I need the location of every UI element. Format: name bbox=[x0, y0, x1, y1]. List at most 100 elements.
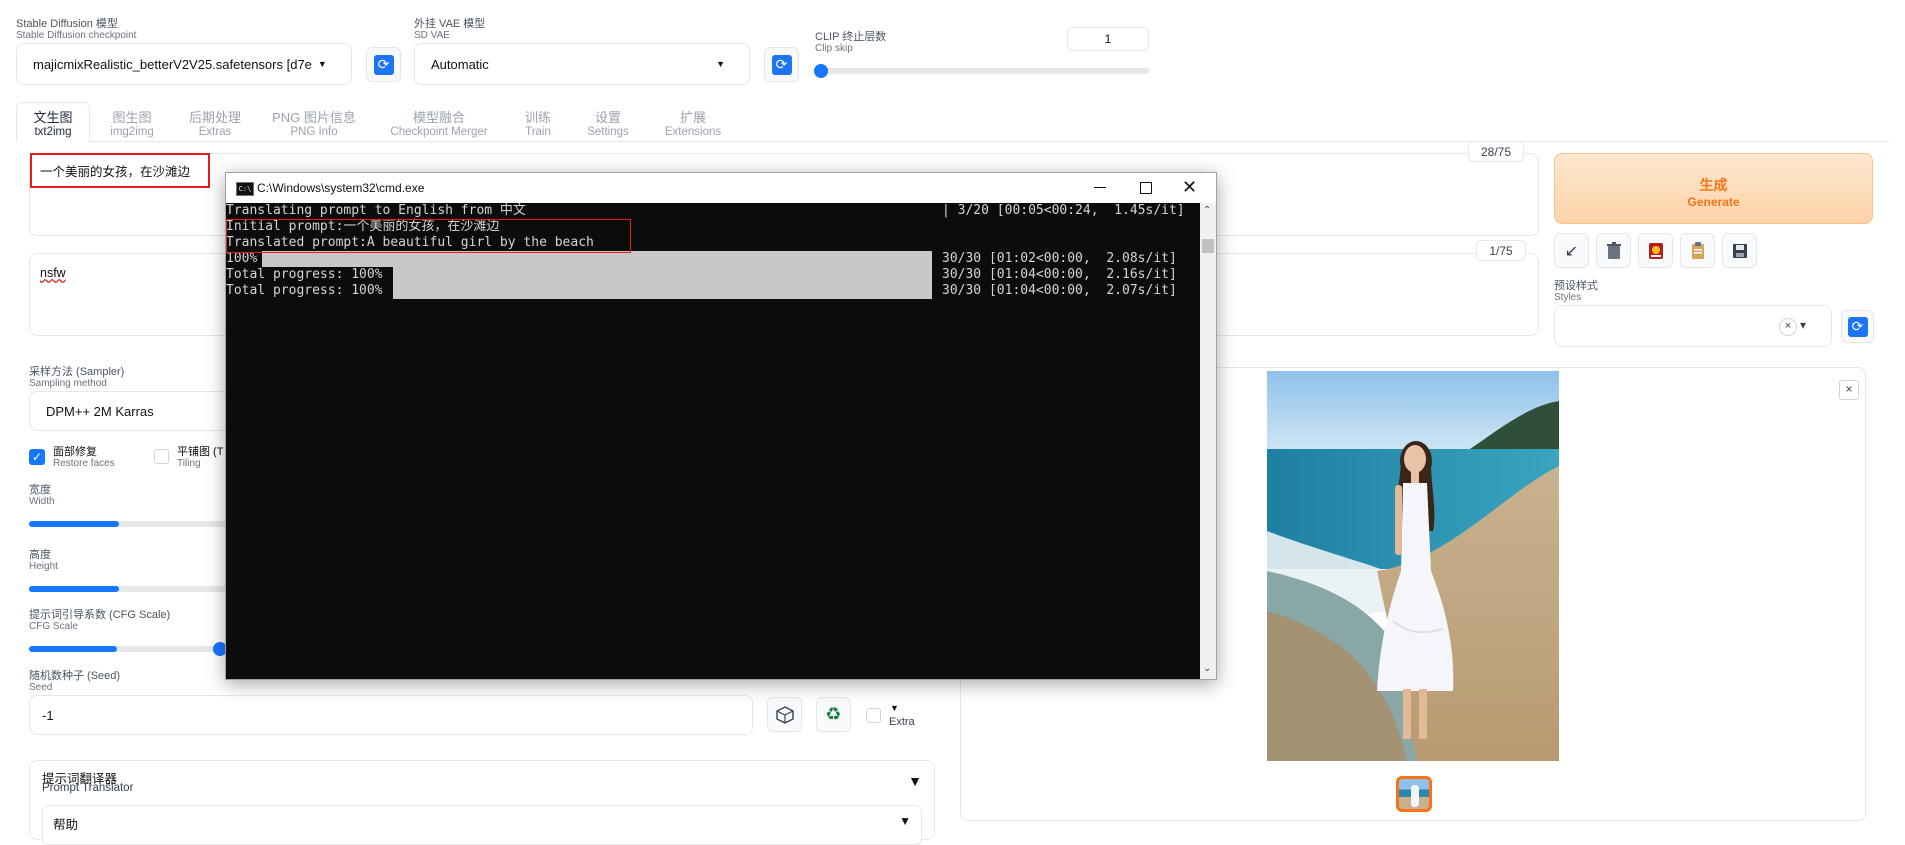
tab-checkpoint-merger[interactable]: 模型融合 Checkpoint Merger bbox=[380, 111, 498, 139]
help-label: 帮助 bbox=[53, 818, 79, 832]
checkpoint-label-en: Stable Diffusion checkpoint bbox=[16, 30, 137, 41]
refresh-styles-button[interactable]: ⟳ bbox=[1841, 310, 1874, 343]
minimize-button[interactable] bbox=[1094, 187, 1106, 188]
refresh-icon: ⟳ bbox=[771, 54, 792, 75]
cmd-window[interactable]: C:\ C:\Windows\system32\cmd.exe ✕ Transl… bbox=[225, 172, 1217, 680]
seed-input[interactable]: -1 bbox=[29, 695, 753, 735]
chevron-down-icon: ▼ bbox=[716, 59, 725, 69]
tab-checkpoint-merger-en: Checkpoint Merger bbox=[390, 126, 488, 138]
tab-extras[interactable]: 后期处理 Extras bbox=[180, 111, 250, 139]
random-seed-button[interactable] bbox=[767, 697, 802, 732]
refresh-vae-button[interactable]: ⟳ bbox=[764, 47, 799, 82]
sampler-value: DPM++ 2M Karras bbox=[46, 403, 154, 419]
scroll-up-icon[interactable]: ⌃ bbox=[1203, 205, 1211, 216]
tab-train[interactable]: 训练 Train bbox=[514, 111, 562, 139]
vae-label-cn: 外挂 VAE 模型 bbox=[414, 18, 486, 30]
generate-button[interactable]: 生成 Generate bbox=[1554, 153, 1873, 224]
tab-extras-cn: 后期处理 bbox=[188, 110, 241, 125]
clip-label-en: Clip skip bbox=[815, 43, 853, 54]
width-label-en: Width bbox=[29, 496, 55, 507]
restore-faces-label-cn: 面部修复 bbox=[53, 446, 97, 458]
vae-select[interactable]: Automatic ▼ bbox=[414, 43, 750, 85]
tiling-label-en: Tiling bbox=[177, 458, 201, 469]
beach-girl-image bbox=[1267, 371, 1559, 761]
prompt-translator-label-en: Prompt Translator bbox=[42, 782, 134, 794]
save-style-button[interactable] bbox=[1722, 233, 1757, 268]
styles-select[interactable]: × ▾ bbox=[1554, 305, 1832, 347]
reuse-seed-button[interactable]: ♻ bbox=[816, 697, 851, 732]
cfg-label-cn: 提示词引导系数 (CFG Scale) bbox=[29, 609, 171, 621]
extra-seed-checkbox[interactable] bbox=[866, 708, 881, 723]
tab-extensions-en: Extensions bbox=[664, 126, 722, 138]
close-window-button[interactable]: ✕ bbox=[1182, 176, 1197, 198]
seed-value: -1 bbox=[42, 707, 54, 723]
restore-faces-checkbox[interactable]: ✓ bbox=[29, 449, 45, 465]
help-arrow-icon: ▼ bbox=[899, 814, 911, 828]
tab-settings[interactable]: 设置 Settings bbox=[578, 111, 638, 139]
thumbnail[interactable] bbox=[1396, 776, 1432, 812]
refresh-checkpoint-button[interactable]: ⟳ bbox=[366, 47, 401, 82]
tiling-checkbox[interactable] bbox=[154, 449, 169, 464]
cmd-right-5: 30/30 [01:04<00:00, 2.16s/it] bbox=[942, 267, 1177, 282]
checkpoint-label-cn: Stable Diffusion 模型 bbox=[16, 18, 118, 30]
cmd-progress-bar-3 bbox=[393, 283, 932, 299]
height-label-en: Height bbox=[29, 561, 58, 572]
cmd-scroll-thumb[interactable] bbox=[1202, 239, 1214, 253]
clip-label-cn: CLIP 终止层数 bbox=[815, 31, 887, 43]
checkpoint-select[interactable]: majicmixRealistic_betterV2V25.safetensor… bbox=[16, 43, 352, 85]
extra-networks-button[interactable] bbox=[1638, 233, 1673, 268]
scroll-down-icon[interactable]: ⌄ bbox=[1203, 663, 1211, 674]
clip-skip-input[interactable]: 1 bbox=[1067, 27, 1149, 51]
tab-extras-en: Extras bbox=[198, 126, 232, 138]
width-slider[interactable] bbox=[29, 521, 229, 527]
card-icon bbox=[1648, 242, 1663, 259]
help-accordion[interactable]: 帮助 ▼ bbox=[42, 805, 922, 845]
cmd-scrollbar[interactable]: ⌃ ⌄ bbox=[1200, 203, 1216, 679]
styles-label-cn: 预设样式 bbox=[1554, 280, 1598, 292]
clear-prompt-button[interactable] bbox=[1596, 233, 1631, 268]
apply-style-button[interactable] bbox=[1680, 233, 1715, 268]
tab-train-en: Train bbox=[525, 126, 551, 138]
positive-token-counter: 28/75 bbox=[1468, 141, 1524, 162]
sampler-label-en: Sampling method bbox=[29, 378, 107, 389]
cmd-line-4: 100% bbox=[226, 251, 258, 266]
cmd-titlebar[interactable]: C:\ C:\Windows\system32\cmd.exe ✕ bbox=[226, 173, 1216, 203]
cmd-right-6: 30/30 [01:04<00:00, 2.07s/it] bbox=[942, 283, 1177, 298]
prompt-translator-accordion[interactable]: 提示词翻译器 Prompt Translator ▼ 帮助 ▼ bbox=[29, 760, 935, 845]
refresh-icon: ⟳ bbox=[373, 54, 394, 75]
maximize-button[interactable] bbox=[1140, 182, 1152, 194]
clip-skip-slider-knob[interactable] bbox=[814, 64, 828, 78]
cmd-highlight-box bbox=[226, 219, 631, 253]
read-params-button[interactable]: ↙ bbox=[1554, 233, 1589, 268]
extra-seed-arrow[interactable]: ▼ bbox=[890, 703, 899, 713]
tab-png-info-en: PNG Info bbox=[290, 126, 338, 138]
extra-seed-label: Extra bbox=[889, 716, 915, 728]
close-output-button[interactable]: × bbox=[1839, 380, 1859, 400]
tab-extensions[interactable]: 扩展 Extensions bbox=[656, 111, 730, 139]
height-slider-fill bbox=[29, 586, 119, 592]
checkpoint-value: majicmixRealistic_betterV2V25.safetensor… bbox=[33, 56, 312, 72]
cfg-slider-fill bbox=[29, 646, 117, 652]
generated-image[interactable] bbox=[1267, 371, 1559, 761]
cmd-line-1: Translating prompt to English from 中文 bbox=[226, 203, 526, 218]
arrow-icon: ↙ bbox=[1564, 242, 1579, 260]
chevron-down-icon: ▾ bbox=[1800, 318, 1807, 332]
height-slider[interactable] bbox=[29, 586, 229, 592]
tab-img2img[interactable]: 图生图 img2img bbox=[98, 111, 166, 139]
width-label-cn: 宽度 bbox=[29, 484, 51, 496]
negative-token-counter: 1/75 bbox=[1476, 240, 1526, 261]
generate-label-cn: 生成 bbox=[1699, 177, 1728, 193]
cmd-app-icon: C:\ bbox=[236, 182, 254, 196]
cmd-title: C:\Windows\system32\cmd.exe bbox=[257, 181, 425, 195]
cfg-slider[interactable] bbox=[29, 646, 229, 652]
tab-txt2img[interactable]: 文生图 txt2img bbox=[16, 102, 90, 142]
clear-styles-icon[interactable]: × bbox=[1779, 318, 1797, 336]
collapse-arrow-icon[interactable]: ▼ bbox=[908, 773, 922, 789]
positive-prompt-highlight: 一个美丽的女孩，在沙滩边 bbox=[30, 153, 210, 188]
sampler-select[interactable]: DPM++ 2M Karras bbox=[29, 391, 229, 431]
tiling-label-cn: 平铺图 (T bbox=[177, 446, 224, 458]
clip-skip-slider[interactable] bbox=[814, 64, 1149, 78]
tab-png-info[interactable]: PNG 图片信息 PNG Info bbox=[266, 111, 362, 139]
generate-label-en: Generate bbox=[1687, 195, 1740, 209]
cmd-output: Translating prompt to English from 中文 In… bbox=[226, 203, 1200, 679]
